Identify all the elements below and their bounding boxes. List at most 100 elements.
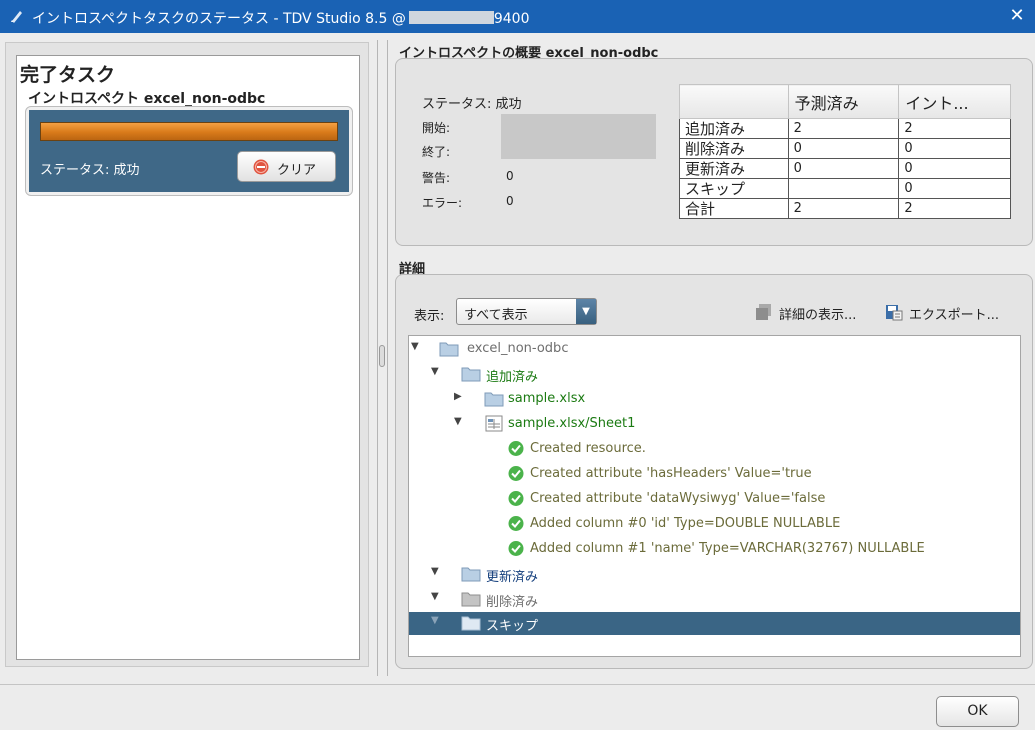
show-details-label: 詳細の表示...: [779, 308, 857, 323]
stats-cell: スキップ: [679, 178, 789, 199]
show-filter-value: すべて表示: [464, 308, 528, 323]
start-label: 開始:: [422, 121, 451, 135]
expand-arrow-icon[interactable]: ▼: [431, 615, 441, 626]
stats-header-row: 予測済み イント...: [679, 84, 1011, 119]
completed-tasks-heading: 完了タスク: [20, 64, 116, 86]
tree-node-added[interactable]: ▼ 追加済み: [409, 363, 1020, 385]
tree-log-item[interactable]: Created attribute 'hasHeaders' Value='tr…: [409, 463, 1020, 485]
check-icon: [508, 466, 524, 481]
task-progress-bar: [40, 122, 338, 141]
show-label: 表示:: [414, 309, 445, 324]
warning-label: 警告:: [422, 171, 451, 185]
export-icon: [886, 305, 903, 321]
app-icon: [11, 11, 22, 23]
expand-arrow-icon[interactable]: ▼: [431, 366, 441, 377]
tree-node-skipped[interactable]: ▼ スキップ: [409, 612, 1020, 635]
tree-log-item[interactable]: Added column #0 'id' Type=DOUBLE NULLABL…: [409, 513, 1020, 535]
stats-header-cell[interactable]: 予測済み: [787, 84, 900, 119]
stats-header-cell[interactable]: イント...: [898, 84, 1011, 119]
expand-arrow-icon[interactable]: ▼: [454, 416, 464, 427]
stats-cell: 0: [898, 178, 1011, 199]
tree-node-label: Added column #0 'id' Type=DOUBLE NULLABL…: [530, 516, 841, 531]
footer-divider: [0, 684, 1035, 685]
task-name: イントロスペクト excel_non-odbc: [28, 91, 266, 107]
task-status: ステータス: 成功: [40, 163, 140, 178]
pane-splitter[interactable]: [376, 40, 390, 676]
tree-node-label: Added column #1 'name' Type=VARCHAR(3276…: [530, 541, 925, 556]
check-icon: [508, 491, 524, 506]
task-card-body: ステータス: 成功 クリア: [29, 110, 349, 192]
folder-icon: [461, 567, 481, 582]
clear-label: クリア: [277, 163, 317, 178]
tree-node-label: 更新済み: [486, 570, 539, 585]
completed-tasks-panel: 完了タスク イントロスペクト excel_non-odbc ステータス: 成功 …: [16, 55, 360, 660]
redacted-host: [408, 11, 494, 24]
tree-node-label: Created attribute 'hasHeaders' Value='tr…: [530, 466, 812, 481]
redacted-times: [501, 114, 656, 159]
stats-cell: 2: [787, 198, 900, 219]
stats-cell: 0: [898, 138, 1011, 159]
check-icon: [508, 516, 524, 531]
table-icon: [485, 415, 503, 432]
stats-row: 追加済み 2 2: [679, 118, 1011, 139]
expand-arrow-icon[interactable]: ▼: [431, 566, 441, 577]
stats-cell: 更新済み: [679, 158, 789, 179]
task-card: ステータス: 成功 クリア: [25, 106, 353, 196]
chevron-down-icon[interactable]: ▼: [576, 299, 596, 324]
title-bar: イントロスペクトタスクのステータス - TDV Studio 8.5 @9400…: [0, 0, 1035, 33]
stats-cell: 0: [787, 158, 900, 179]
tree-node-label: 削除済み: [486, 595, 539, 610]
stats-cell: 2: [787, 118, 900, 139]
tree-node-label: excel_non-odbc: [467, 341, 569, 356]
tree-node-label: sample.xlsx: [508, 391, 586, 406]
tree-node-root[interactable]: ▼ excel_non-odbc: [409, 338, 1020, 360]
tree-node-deleted[interactable]: ▼ 削除済み: [409, 588, 1020, 610]
ok-button[interactable]: OK: [936, 696, 1019, 727]
remove-icon: [253, 159, 269, 175]
details-icon: [756, 304, 771, 320]
stats-cell: 2: [898, 118, 1011, 139]
window-title: イントロスペクトタスクのステータス - TDV Studio 8.5 @9400: [32, 11, 530, 27]
clear-button[interactable]: クリア: [237, 151, 336, 182]
tree-node-label: sample.xlsx/Sheet1: [508, 416, 636, 431]
stats-cell: [787, 178, 900, 199]
expand-arrow-icon[interactable]: ▼: [431, 591, 441, 602]
tree-log-item[interactable]: Created resource.: [409, 438, 1020, 460]
collapse-arrow-icon[interactable]: ▶: [454, 391, 464, 402]
tree-log-item[interactable]: Created attribute 'dataWysiwyg' Value='f…: [409, 488, 1020, 510]
tree-node-label: 追加済み: [486, 370, 539, 385]
splitter-grip[interactable]: [379, 345, 385, 367]
end-label: 終了:: [422, 145, 451, 159]
stats-row: 更新済み 0 0: [679, 158, 1011, 179]
details-tree: ▼ excel_non-odbc ▼ 追加済み ▶ sample.xlsx ▼ …: [408, 335, 1021, 657]
show-filter-select[interactable]: すべて表示 ▼: [456, 298, 597, 325]
close-icon[interactable]: ✕: [1007, 6, 1027, 26]
tree-node-label: スキップ: [486, 619, 539, 634]
stats-row: 削除済み 0 0: [679, 138, 1011, 159]
stats-cell: 追加済み: [679, 118, 789, 139]
stats-cell: 削除済み: [679, 138, 789, 159]
tree-log-item[interactable]: Added column #1 'name' Type=VARCHAR(3276…: [409, 538, 1020, 560]
folder-icon: [439, 342, 459, 357]
stats-cell: 0: [787, 138, 900, 159]
summary-stats-table: 予測済み イント... 追加済み 2 2 削除済み 0 0 更新済み 0 0 ス…: [679, 84, 1011, 219]
warning-value: 0: [506, 169, 514, 183]
error-value: 0: [506, 194, 514, 208]
expand-arrow-icon[interactable]: ▼: [411, 341, 421, 352]
tree-node-label: Created resource.: [530, 441, 646, 456]
tree-node-sample-xlsx[interactable]: ▶ sample.xlsx: [409, 388, 1020, 410]
stats-header-cell[interactable]: [679, 84, 789, 119]
summary-status: ステータス: 成功: [422, 97, 522, 112]
folder-icon: [484, 392, 504, 407]
tree-node-sheet1[interactable]: ▼ sample.xlsx/Sheet1: [409, 413, 1020, 435]
check-icon: [508, 541, 524, 556]
folder-icon: [461, 616, 481, 631]
summary-panel: ステータス: 成功 開始: 終了: 警告: 0 エラー: 0 予測済み イント.…: [395, 58, 1033, 246]
folder-icon: [461, 592, 481, 607]
tree-node-updated[interactable]: ▼ 更新済み: [409, 563, 1020, 585]
stats-row: スキップ 0: [679, 178, 1011, 199]
stats-cell: 0: [898, 158, 1011, 179]
folder-icon: [461, 367, 481, 382]
tree-node-label: Created attribute 'dataWysiwyg' Value='f…: [530, 491, 826, 506]
stats-cell: 2: [898, 198, 1011, 219]
